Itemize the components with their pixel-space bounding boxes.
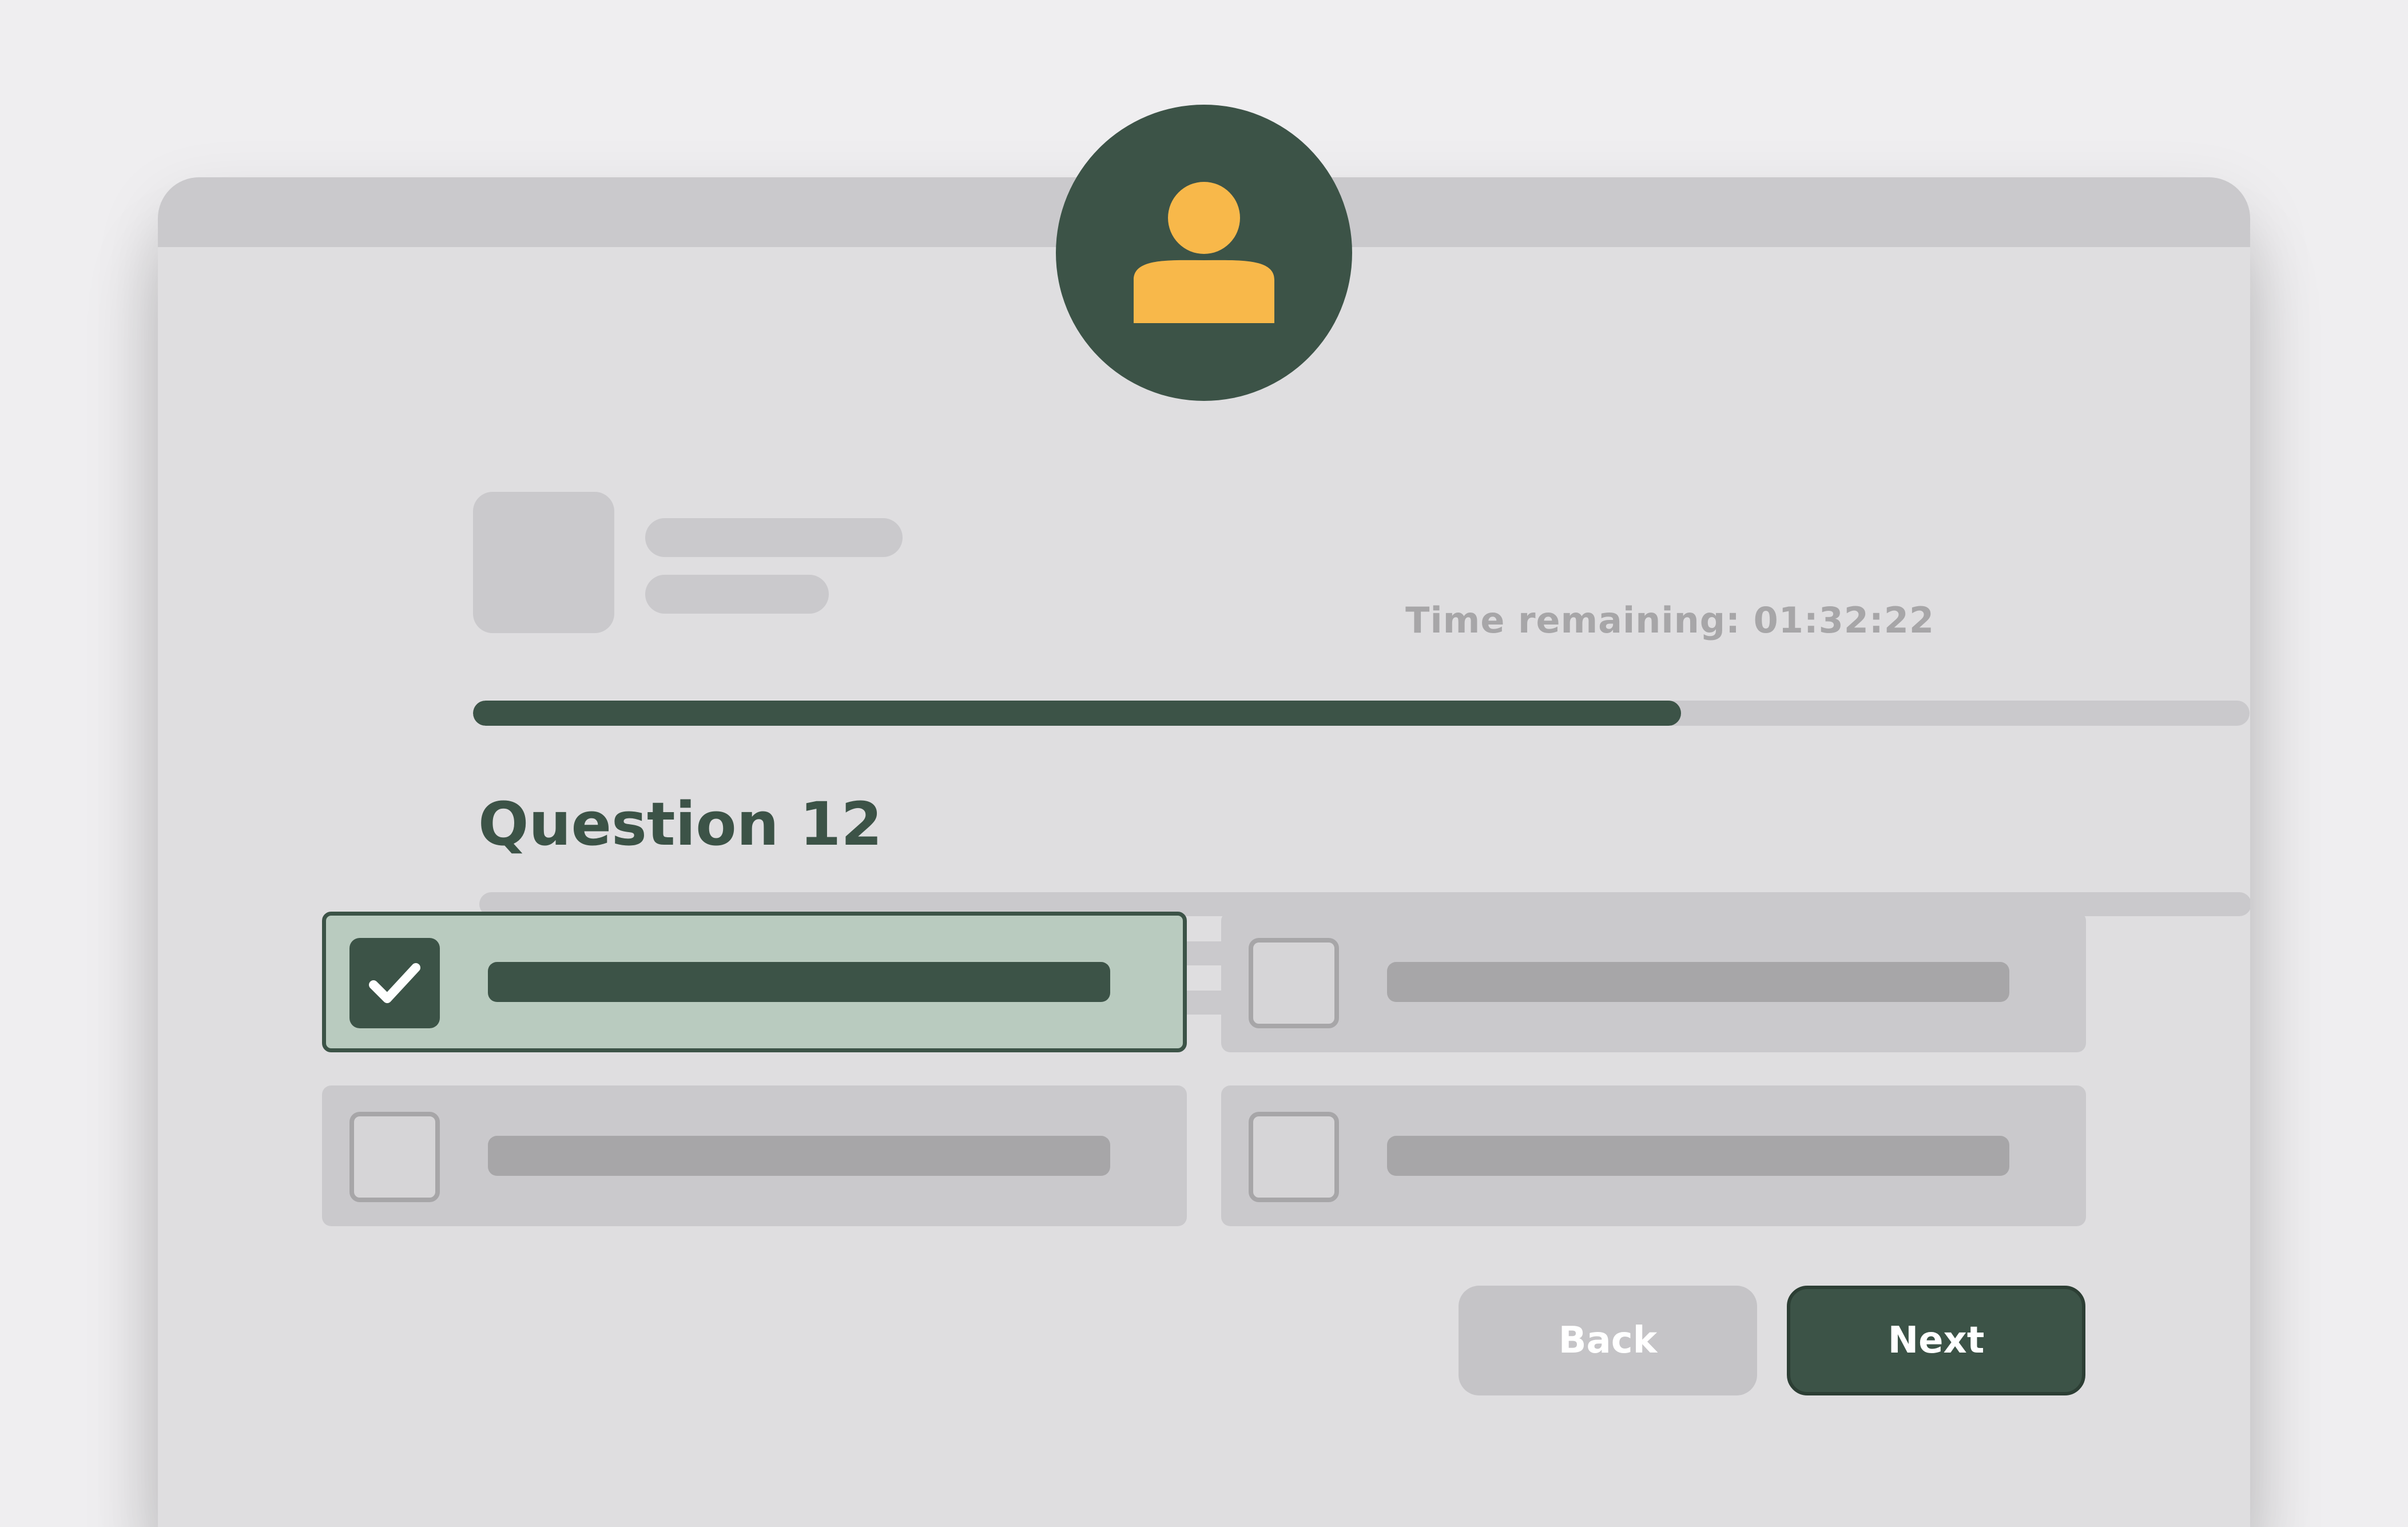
checkbox-unchecked[interactable] [349,1112,440,1202]
question-title: Question 12 [478,789,883,859]
answer-option[interactable] [322,1085,1187,1226]
progress-bar [473,701,2250,726]
checkmark-icon [369,963,420,1003]
user-icon [1134,182,1274,323]
next-button[interactable]: Next [1787,1286,2085,1395]
answer-text-placeholder [488,962,1110,1002]
answer-option-selected[interactable] [322,912,1187,1052]
header-subtitle-placeholder [645,575,829,614]
checkbox-checked[interactable] [349,938,440,1028]
answer-text-placeholder [488,1136,1110,1176]
avatar [1056,105,1352,401]
checkbox-unchecked[interactable] [1249,938,1339,1028]
logo-placeholder [473,492,614,633]
answer-text-placeholder [1387,962,2009,1002]
answer-option[interactable] [1221,912,2086,1052]
progress-bar-fill [473,701,1682,726]
answer-option[interactable] [1221,1085,2086,1226]
answer-text-placeholder [1387,1136,2009,1176]
time-remaining: Time remaining: 01:32:22 [1405,599,1934,641]
checkbox-unchecked[interactable] [1249,1112,1339,1202]
back-button[interactable]: Back [1459,1286,1757,1395]
header-title-placeholder [645,518,903,557]
